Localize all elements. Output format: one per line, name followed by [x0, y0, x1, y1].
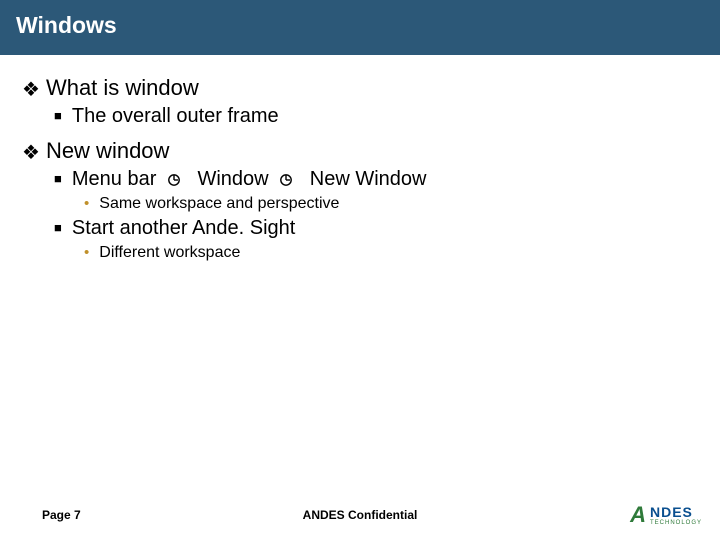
bullet-text: Menu bar Window New Window	[72, 168, 427, 191]
bullet-level1: ❖ What is window	[22, 75, 698, 101]
bullet-level2: ■ Menu bar Window New Window	[54, 168, 698, 191]
logo-mark-icon: A	[630, 502, 646, 528]
logo-brand: NDES	[650, 505, 702, 519]
bullet-level3: • Same workspace and perspective	[84, 195, 698, 213]
bullet-text: The overall outer frame	[72, 105, 279, 128]
bullet-level2: ■ Start another Ande. Sight	[54, 217, 698, 240]
page-number: Page 7	[42, 508, 81, 522]
bullet-text: Same workspace and perspective	[99, 195, 339, 213]
bullet-text: New window	[46, 138, 170, 164]
text-part: New Window	[310, 168, 427, 190]
square-bullet-icon: ■	[54, 108, 62, 123]
arrow-right-icon	[280, 173, 298, 187]
bullet-text: What is window	[46, 75, 199, 101]
andes-logo: A NDES TECHNOLOGY	[630, 502, 702, 528]
bullet-text: Start another Ande. Sight	[72, 217, 296, 240]
slide-title-bar: Windows	[0, 0, 720, 55]
square-bullet-icon: ■	[54, 220, 62, 235]
text-part: Window	[197, 168, 268, 190]
slide-title: Windows	[16, 12, 117, 38]
bullet-level2: ■ The overall outer frame	[54, 105, 698, 128]
arrow-right-icon	[168, 173, 186, 187]
confidential-label: ANDES Confidential	[303, 508, 418, 522]
diamond-bullet-icon: ❖	[22, 77, 40, 102]
square-bullet-icon: ■	[54, 171, 62, 186]
logo-text: NDES TECHNOLOGY	[650, 505, 702, 526]
diamond-bullet-icon: ❖	[22, 140, 40, 165]
bullet-level1: ❖ New window	[22, 138, 698, 164]
logo-tagline: TECHNOLOGY	[650, 520, 702, 526]
slide-content: ❖ What is window ■ The overall outer fra…	[0, 55, 720, 262]
text-part: Menu bar	[72, 168, 157, 190]
dot-bullet-icon: •	[84, 195, 89, 212]
slide-footer: Page 7 ANDES Confidential	[0, 508, 720, 522]
dot-bullet-icon: •	[84, 244, 89, 261]
bullet-text: Different workspace	[99, 244, 240, 262]
bullet-level3: • Different workspace	[84, 244, 698, 262]
